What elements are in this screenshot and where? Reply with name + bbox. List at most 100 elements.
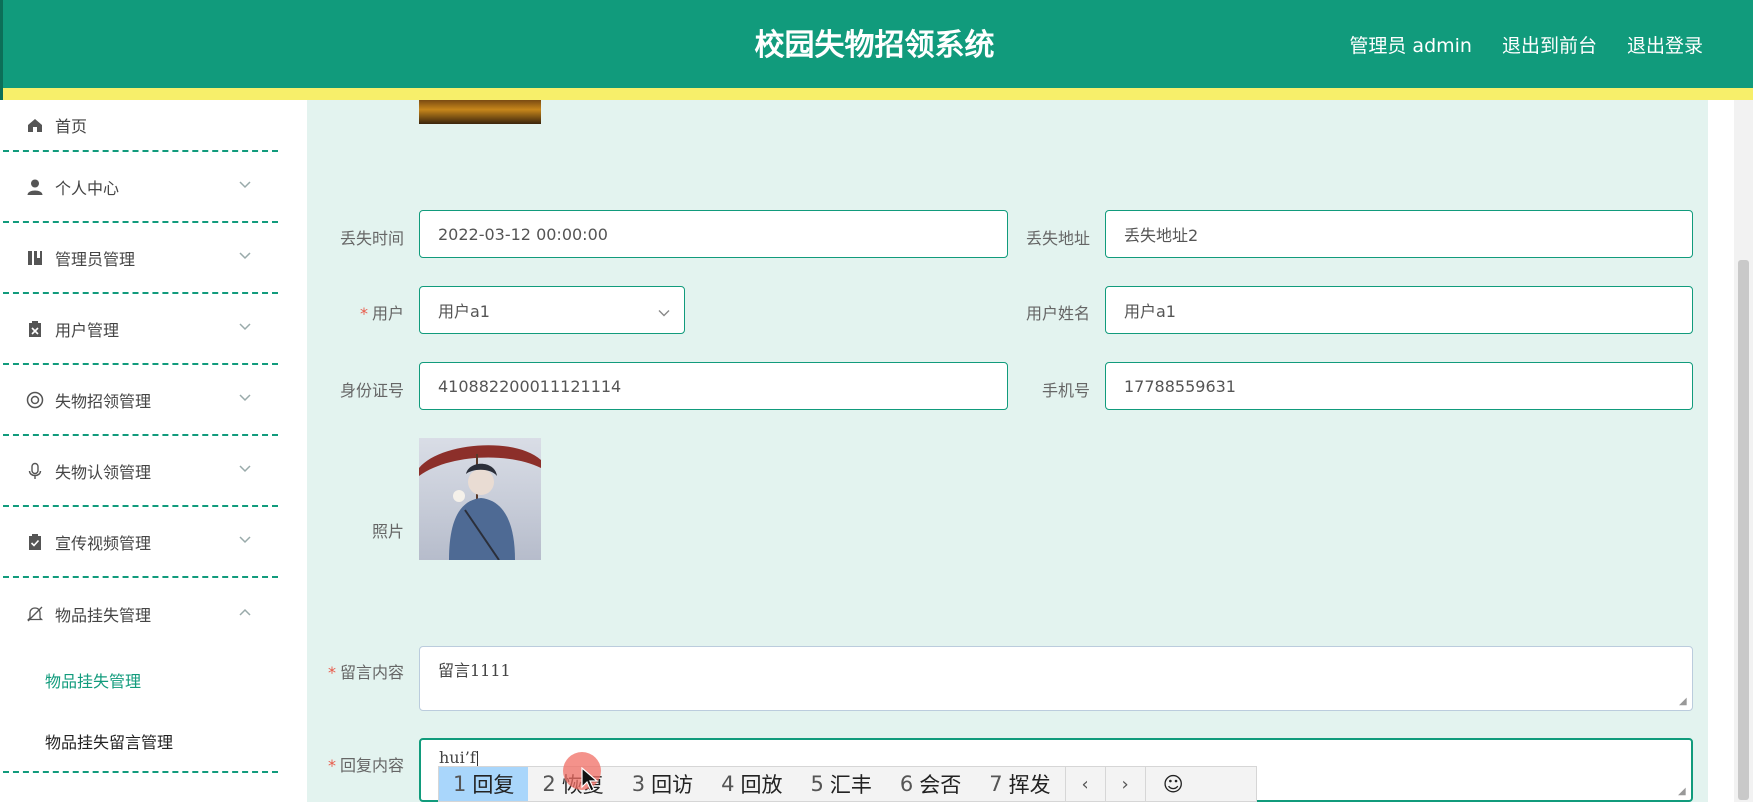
reply-value: hui’f — [439, 748, 476, 767]
ime-candidate-number: 6 — [899, 772, 914, 796]
ime-candidate[interactable]: 6 会否 — [886, 767, 975, 801]
user-icon — [25, 177, 45, 197]
mouse-pointer-icon — [581, 767, 599, 792]
ime-candidate-text: 回放 — [740, 773, 783, 797]
ime-candidate-number: 4 — [721, 772, 735, 796]
chevron-down-icon — [238, 391, 252, 405]
lost-place-field[interactable]: 丢失地址2 — [1105, 210, 1693, 258]
message-value: 留言1111 — [438, 661, 511, 680]
ime-candidate[interactable]: 5 汇丰 — [797, 767, 886, 801]
resize-handle-icon[interactable]: ◢ — [1678, 787, 1688, 797]
ime-candidate-number: 1 — [453, 772, 467, 796]
sidebar-item-promo-video-management[interactable]: 宣传视频管理 — [3, 507, 278, 578]
bell-off-icon — [25, 604, 45, 624]
sidebar-item-user-management[interactable]: 用户管理 — [3, 294, 278, 365]
chevron-down-icon — [238, 178, 252, 192]
chevron-down-icon — [658, 304, 670, 317]
lost-place-label: 丢失地址 — [1025, 229, 1090, 248]
ime-candidate[interactable]: 1 回复 — [439, 767, 529, 801]
exit-to-front-link[interactable]: 退出到前台 — [1502, 31, 1597, 58]
id-number-label: 身份证号 — [339, 381, 404, 400]
sidebar-item-label: 首页 — [55, 117, 88, 136]
message-label-text: 留言内容 — [339, 663, 404, 682]
user-name-label: 用户姓名 — [1025, 304, 1090, 323]
admin-label[interactable]: 管理员 admin — [1349, 31, 1472, 58]
lost-place-value: 丢失地址2 — [1124, 226, 1199, 245]
ime-candidate[interactable]: 3 回访 — [618, 767, 707, 801]
ime-candidate[interactable]: 4 回放 — [707, 767, 796, 801]
sidebar-item-label: 用户管理 — [55, 320, 120, 340]
submenu-item-report-loss[interactable]: 物品挂失管理 — [3, 649, 278, 711]
header-links: 管理员 admin 退出到前台 退出登录 — [1349, 0, 1703, 88]
required-mark: * — [327, 756, 336, 775]
user-photo — [419, 438, 541, 560]
ime-candidate-bar: 1回复 2恢复 3回访 4回放 5汇丰 6会否 7挥发 ‹ › ☺ — [438, 766, 1257, 802]
sidebar-item-label: 个人中心 — [55, 178, 120, 198]
sidebar-item-label: 管理员管理 — [55, 249, 136, 269]
book-icon — [25, 248, 45, 268]
sidebar-item-lost-found-management[interactable]: 失物招领管理 — [3, 365, 278, 436]
sidebar-item-label: 失物认领管理 — [55, 462, 152, 482]
ime-candidate-number: 3 — [631, 772, 646, 796]
user-label-text: 用户 — [371, 304, 404, 323]
logout-link[interactable]: 退出登录 — [1627, 31, 1703, 58]
sidebar-item-personal-center[interactable]: 个人中心 — [3, 152, 278, 223]
ime-candidate[interactable]: 7 挥发 — [975, 767, 1064, 801]
ime-candidate-text: 回访 — [651, 773, 694, 797]
ime-candidate-text: 汇丰 — [829, 773, 872, 797]
ime-candidate-text: 挥发 — [1008, 773, 1051, 797]
user-name-field[interactable]: 用户a1 — [1105, 286, 1693, 334]
text-caret — [476, 750, 478, 767]
header-stripe — [0, 88, 1753, 100]
lost-time-label: 丢失时间 — [339, 229, 404, 248]
chevron-up-icon — [238, 605, 252, 619]
chevron-down-icon — [238, 462, 252, 476]
chevron-down-icon — [238, 249, 252, 263]
id-number-field[interactable]: 410882200011121114 — [419, 362, 1008, 410]
sidebar-item-home[interactable]: 首页 — [3, 100, 278, 152]
chevron-down-icon — [238, 533, 252, 547]
lost-time-field[interactable]: 2022-03-12 00:00:00 — [419, 210, 1008, 258]
sidebar-item-label: 宣传视频管理 — [55, 533, 152, 553]
photo-label: 照片 — [371, 522, 404, 541]
lifebuoy-icon — [25, 390, 45, 410]
sidebar-item-label: 物品挂失管理 — [55, 605, 152, 625]
id-number-value: 410882200011121114 — [438, 376, 622, 396]
ime-candidate-number: 5 — [810, 772, 824, 796]
app-title-text: 校园失物招领系统 — [754, 28, 995, 63]
message-label: * 留言内容 — [320, 659, 404, 683]
clipboard-x-icon — [25, 319, 45, 339]
reply-label: * 回复内容 — [320, 752, 404, 776]
user-select-value: 用户a1 — [438, 302, 490, 321]
reply-label-text: 回复内容 — [339, 756, 404, 775]
ime-prev-page-icon[interactable]: ‹ — [1064, 767, 1105, 801]
item-image-top — [419, 100, 541, 124]
phone-field[interactable]: 17788559631 — [1105, 362, 1693, 410]
sidebar: 首页 个人中心 管理员管理 用户管理 失物招领管理 失物认领管理 宣传视频管理 … — [3, 100, 278, 802]
scrollbar-thumb[interactable] — [1738, 260, 1749, 800]
sidebar-item-label: 失物招领管理 — [55, 391, 152, 411]
microphone-icon — [25, 461, 45, 481]
required-mark: * — [327, 663, 336, 682]
emoji-icon[interactable]: ☺ — [1144, 767, 1201, 801]
sidebar-item-claim-management[interactable]: 失物认领管理 — [3, 436, 278, 507]
ime-candidate-number: 2 — [542, 772, 556, 796]
user-select[interactable]: 用户a1 — [419, 286, 685, 334]
sidebar-item-report-loss-management[interactable]: 物品挂失管理 — [3, 578, 278, 649]
clipboard-check-icon — [25, 532, 45, 552]
user-label: * 用户 — [320, 300, 404, 324]
resize-handle-icon[interactable]: ◢ — [1679, 697, 1689, 707]
ime-next-page-icon[interactable]: › — [1104, 767, 1145, 801]
home-icon — [25, 115, 45, 135]
user-name-value: 用户a1 — [1124, 302, 1176, 321]
ime-candidate-text: 会否 — [919, 773, 962, 797]
submenu-item-report-loss-messages[interactable]: 物品挂失留言管理 — [3, 711, 278, 773]
ime-candidate-text: 回复 — [472, 773, 515, 797]
phone-value: 17788559631 — [1124, 376, 1236, 396]
chevron-down-icon — [238, 320, 252, 334]
ime-candidate-number: 7 — [989, 772, 1003, 796]
lost-time-value: 2022-03-12 00:00:00 — [438, 224, 608, 244]
message-textarea[interactable]: 留言1111 ◢ — [419, 646, 1693, 711]
phone-label: 手机号 — [1041, 381, 1090, 400]
sidebar-item-admin-management[interactable]: 管理员管理 — [3, 223, 278, 294]
